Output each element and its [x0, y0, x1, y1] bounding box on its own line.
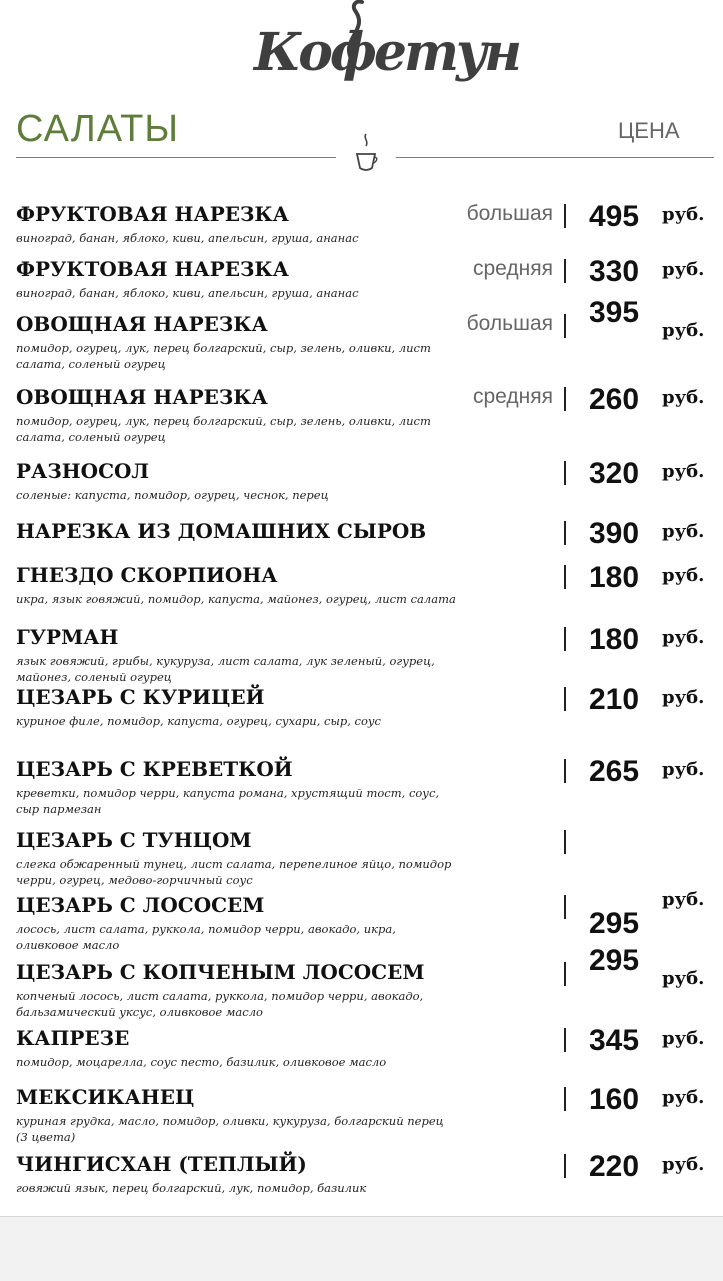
- item-name: ГУРМАН: [16, 625, 119, 649]
- item-name: ЦЕЗАРЬ С КРЕВЕТКОЙ: [16, 757, 293, 781]
- item-description: лосось, лист салата, руккола, помидор че…: [16, 922, 396, 952]
- currency-label: руб.: [662, 1087, 705, 1108]
- item-description: куриная грудка, масло, помидор, оливки, …: [16, 1114, 444, 1144]
- item-price: 390: [588, 517, 640, 550]
- item-description: копченый лосось, лист салата, руккола, п…: [16, 989, 424, 1019]
- section-title: САЛАТЫ: [16, 108, 179, 150]
- item-description: соленые: капуста, помидор, огурец, чесно…: [16, 488, 329, 502]
- item-size: средняя: [473, 385, 553, 408]
- price-divider: [564, 687, 566, 711]
- price-divider: [564, 259, 566, 283]
- price-divider: [564, 1154, 566, 1178]
- bottom-bar: [0, 1216, 723, 1281]
- logo-text: Кофетун: [254, 22, 522, 83]
- item-description: икра, язык говяжий, помидор, капуста, ма…: [16, 592, 456, 606]
- item-description: помидор, моцарелла, соус песто, базилик,…: [16, 1055, 387, 1069]
- item-price: 295: [588, 944, 640, 977]
- price-divider: [564, 759, 566, 783]
- item-size: большая: [466, 202, 553, 225]
- item-size: большая: [466, 312, 553, 335]
- item-size: средняя: [473, 257, 553, 280]
- item-name: ОВОЩНАЯ НАРЕЗКА: [16, 385, 268, 409]
- item-description: помидор, огурец, лук, перец болгарский, …: [16, 414, 431, 444]
- item-description: говяжий язык, перец болгарский, лук, пом…: [16, 1181, 367, 1195]
- item-price: 345: [588, 1024, 640, 1057]
- price-divider: [564, 1028, 566, 1052]
- item-price: 395: [588, 296, 640, 329]
- item-description: виноград, банан, яблоко, киви, апельсин,…: [16, 231, 359, 245]
- item-name: ЧИНГИСХАН (ТЕПЛЫЙ): [16, 1152, 307, 1176]
- currency-label: руб.: [662, 687, 705, 708]
- item-price: 260: [588, 383, 640, 416]
- item-price: 180: [588, 623, 640, 656]
- price-divider: [564, 962, 566, 986]
- item-description: креветки, помидор черри, капуста романа,…: [16, 786, 440, 816]
- currency-label: руб.: [662, 565, 705, 586]
- item-description: куриное филе, помидор, капуста, огурец, …: [16, 714, 381, 728]
- item-name: ЦЕЗАРЬ С КУРИЦЕЙ: [16, 685, 265, 709]
- item-name: МЕКСИКАНЕЦ: [16, 1085, 195, 1109]
- item-name: ГНЕЗДО СКОРПИОНА: [16, 563, 278, 587]
- currency-label: руб.: [662, 387, 705, 408]
- price-column-header: ЦЕНА: [618, 118, 680, 143]
- divider-right: [396, 157, 714, 158]
- item-price: 220: [588, 1150, 640, 1183]
- price-divider: [564, 314, 566, 338]
- item-name: НАРЕЗКА ИЗ ДОМАШНИХ СЫРОВ: [16, 519, 427, 543]
- item-price: 265: [588, 755, 640, 788]
- item-name: РАЗНОСОЛ: [16, 459, 150, 483]
- currency-label: руб.: [662, 968, 705, 989]
- item-price: 160: [588, 1083, 640, 1116]
- item-description: виноград, банан, яблоко, киви, апельсин,…: [16, 286, 359, 300]
- item-name: ОВОЩНАЯ НАРЕЗКА: [16, 312, 268, 336]
- item-name: ЦЕЗАРЬ С ТУНЦОМ: [16, 828, 252, 852]
- currency-label: руб.: [662, 1154, 705, 1175]
- item-description: слегка обжаренный тунец, лист салата, пе…: [16, 857, 452, 887]
- brand-logo: Кофетун: [240, 0, 522, 105]
- price-divider: [564, 830, 566, 854]
- item-name: ФРУКТОВАЯ НАРЕЗКА: [16, 202, 289, 226]
- price-divider: [564, 204, 566, 228]
- item-price: 295: [588, 907, 640, 940]
- currency-label: руб.: [662, 320, 705, 341]
- price-divider: [564, 1087, 566, 1111]
- currency-label: руб.: [662, 889, 705, 910]
- item-price: 210: [588, 683, 640, 716]
- price-divider: [564, 521, 566, 545]
- price-divider: [564, 627, 566, 651]
- item-name: ЦЕЗАРЬ С КОПЧЕНЫМ ЛОСОСЕМ: [16, 960, 425, 984]
- currency-label: руб.: [662, 627, 705, 648]
- price-divider: [564, 565, 566, 589]
- price-divider: [564, 895, 566, 919]
- currency-label: руб.: [662, 1028, 705, 1049]
- currency-label: руб.: [662, 521, 705, 542]
- currency-label: руб.: [662, 259, 705, 280]
- price-divider: [564, 387, 566, 411]
- item-price: 330: [588, 255, 640, 288]
- item-description: язык говяжий, грибы, кукуруза, лист сала…: [16, 654, 435, 684]
- divider-left: [16, 157, 336, 158]
- item-name: ФРУКТОВАЯ НАРЕЗКА: [16, 257, 289, 281]
- item-name: ЦЕЗАРЬ С ЛОСОСЕМ: [16, 893, 265, 917]
- currency-label: руб.: [662, 204, 705, 225]
- item-price: 320: [588, 457, 640, 490]
- price-divider: [564, 461, 566, 485]
- item-name: КАПРЕЗЕ: [16, 1026, 130, 1050]
- item-price: 180: [588, 561, 640, 594]
- currency-label: руб.: [662, 759, 705, 780]
- cup-icon: [355, 133, 378, 171]
- item-description: помидор, огурец, лук, перец болгарский, …: [16, 341, 431, 371]
- item-price: 495: [588, 200, 640, 233]
- currency-label: руб.: [662, 461, 705, 482]
